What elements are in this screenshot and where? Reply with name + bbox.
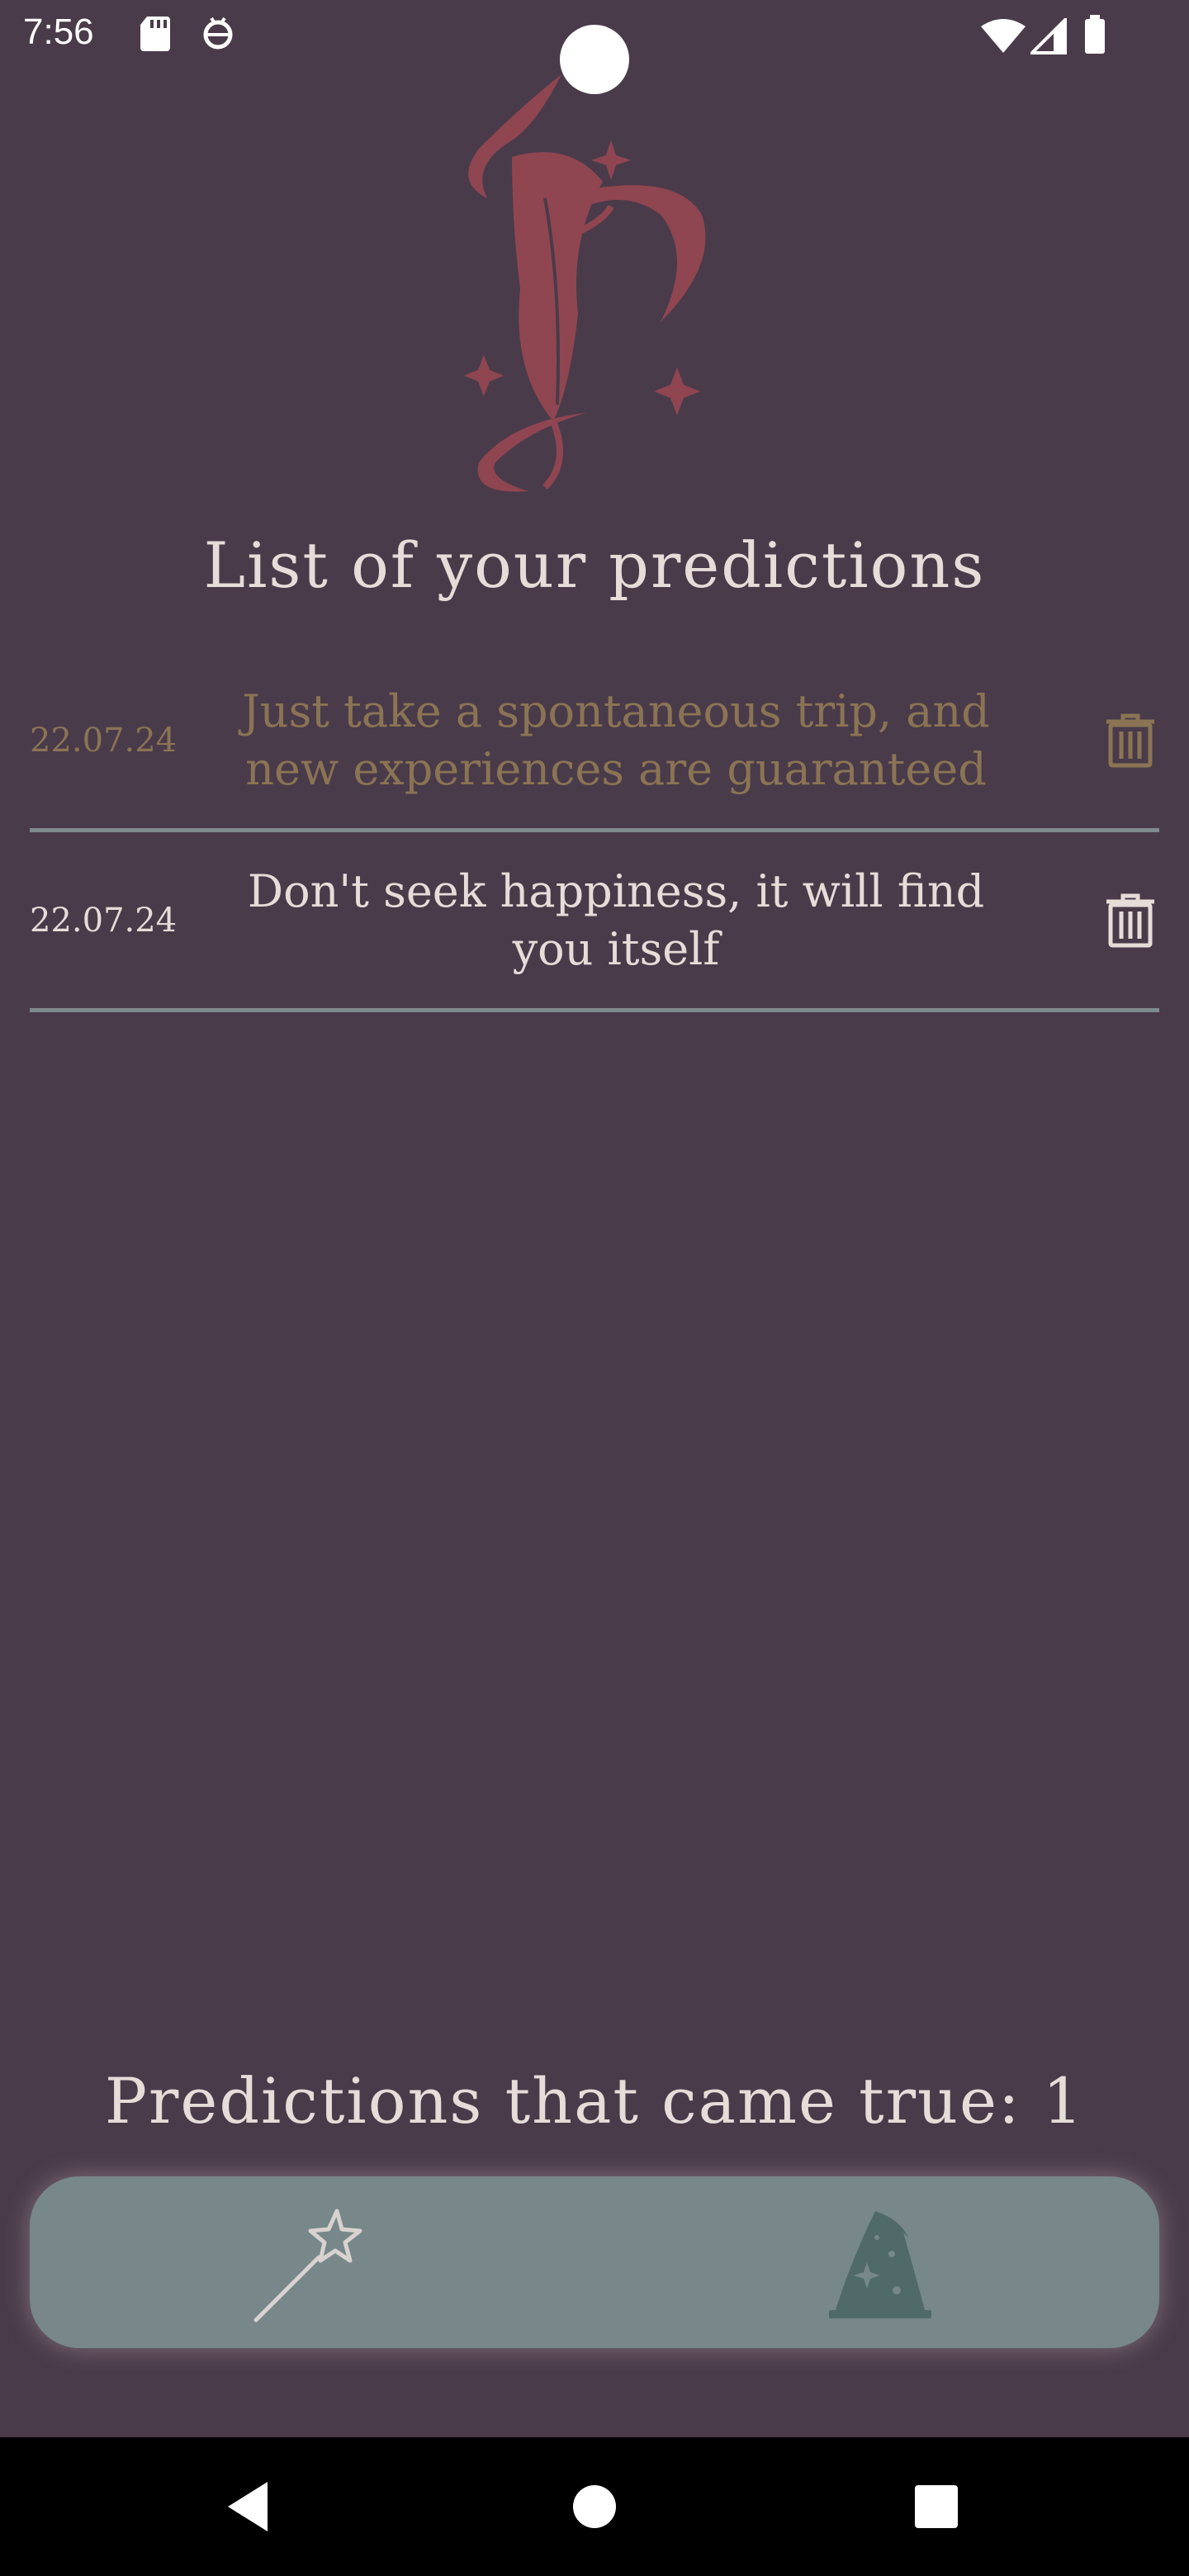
prediction-text: Don't seek happiness, it will find you i… — [247, 864, 985, 975]
system-nav-bar — [0, 2437, 1189, 2576]
trash-icon — [1106, 713, 1154, 767]
android-debug-icon — [203, 17, 233, 50]
predictions-screen: 7:56 List of your predictions 22.07.24 J… — [0, 0, 1189, 2576]
magic-wand-icon — [253, 2209, 362, 2323]
nav-predictions-list-button[interactable] — [817, 2204, 941, 2328]
delete-button[interactable] — [1101, 652, 1159, 828]
home-icon[interactable] — [561, 2474, 628, 2540]
wizard-hat-icon — [829, 2211, 931, 2318]
bottom-nav — [30, 2176, 1159, 2348]
prediction-date: 22.07.24 — [30, 721, 178, 760]
delete-button[interactable] — [1101, 832, 1159, 1008]
came-true-counter: Predictions that came true: 1 — [104, 2064, 1085, 2138]
page-title: List of your predictions — [203, 528, 986, 602]
wifi-icon — [981, 19, 1026, 53]
sd-card-icon — [140, 17, 170, 51]
recents-icon[interactable] — [903, 2474, 969, 2540]
back-icon[interactable] — [216, 2474, 282, 2540]
nav-predict-button[interactable] — [248, 2204, 372, 2328]
list-item[interactable]: 22.07.24 Just take a spontaneous trip, a… — [30, 652, 1159, 832]
battery-icon — [1085, 15, 1105, 54]
prediction-list: 22.07.24 Just take a spontaneous trip, a… — [30, 652, 1159, 1012]
signal-icon — [1030, 18, 1067, 54]
trash-icon — [1106, 893, 1154, 947]
quill-feather-logo-icon — [464, 74, 706, 492]
status-time: 7:56 — [23, 12, 94, 52]
list-item[interactable]: 22.07.24 Don't seek happiness, it will f… — [30, 832, 1159, 1012]
prediction-date: 22.07.24 — [30, 901, 178, 940]
prediction-text: Just take a spontaneous trip, and new ex… — [242, 684, 990, 795]
